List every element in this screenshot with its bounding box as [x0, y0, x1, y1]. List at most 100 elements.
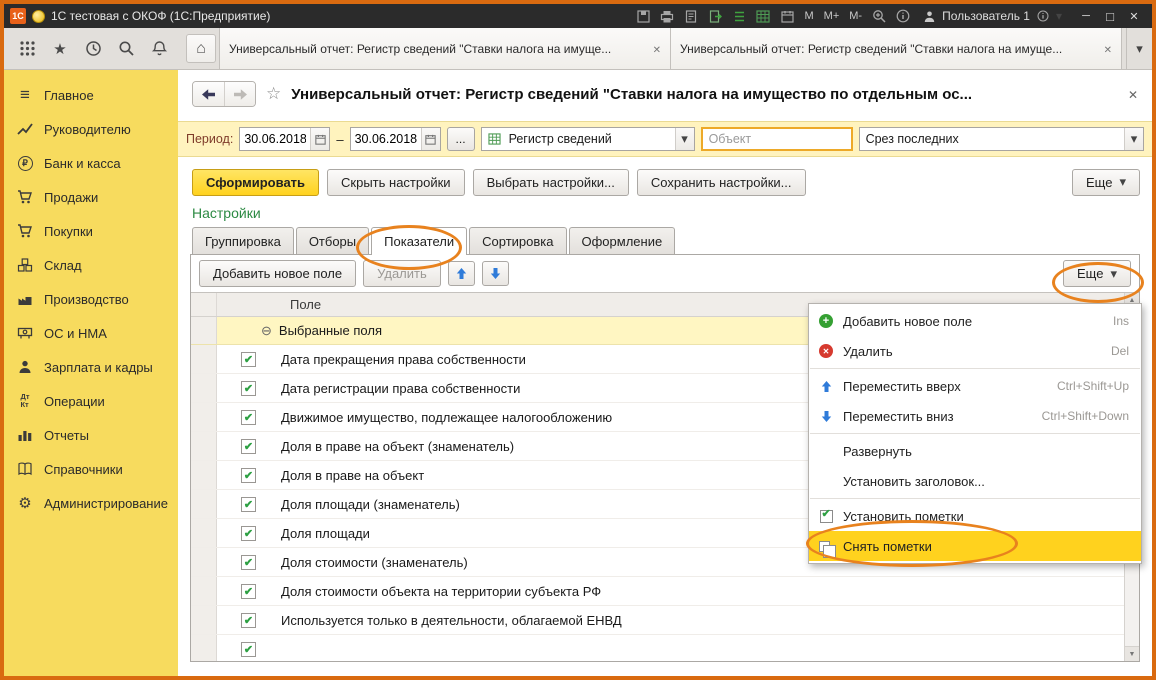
fields-more-button[interactable]: Еще: [1063, 260, 1131, 287]
tab-otbory[interactable]: Отборы: [296, 227, 369, 254]
menu-item-move-down[interactable]: Переместить вниз Ctrl+Shift+Down: [809, 401, 1141, 431]
menu-grid-icon[interactable]: [18, 40, 36, 58]
forward-button[interactable]: [224, 82, 255, 106]
row-label: Доля в праве на объект: [281, 468, 424, 483]
sidebar-item-proizvodstvo[interactable]: Производство: [4, 282, 178, 316]
calc-memory-add-button[interactable]: M+: [823, 10, 841, 22]
sidebar-item-pokupki[interactable]: Покупки: [4, 214, 178, 248]
form-close-button[interactable]: [1128, 87, 1138, 102]
generate-button[interactable]: Сформировать: [192, 169, 319, 196]
row-checkbox[interactable]: [241, 352, 256, 367]
row-checkbox[interactable]: [241, 555, 256, 570]
menu-item-set-title[interactable]: Установить заголовок...: [809, 466, 1141, 496]
export-icon[interactable]: [707, 8, 723, 24]
row-checkbox[interactable]: [241, 439, 256, 454]
row-checkbox[interactable]: [241, 497, 256, 512]
mdi-tab-1-close-icon[interactable]: [653, 42, 661, 56]
row-checkbox[interactable]: [241, 642, 256, 657]
scroll-down-arrow[interactable]: [1125, 646, 1139, 661]
tab-oformlenie[interactable]: Оформление: [569, 227, 676, 254]
table-icon[interactable]: [755, 8, 771, 24]
menu-item-delete[interactable]: Удалить Del: [809, 336, 1141, 366]
sidebar-item-label: Администрирование: [44, 496, 168, 511]
row-checkbox[interactable]: [241, 468, 256, 483]
print-icon[interactable]: [659, 8, 675, 24]
arrow-down-icon: [818, 410, 834, 423]
chevron-down-icon: [1110, 266, 1117, 282]
object-input[interactable]: [703, 132, 853, 146]
close-button[interactable]: [1122, 6, 1146, 26]
slice-combo[interactable]: Срез последних: [859, 127, 1144, 151]
period-more-button[interactable]: ...: [447, 127, 475, 151]
menu-item-move-up[interactable]: Переместить вверх Ctrl+Shift+Up: [809, 371, 1141, 401]
calc-memory-subtract-button[interactable]: M-: [848, 10, 863, 22]
sidebar-item-os-i-nma[interactable]: ОС и НМА: [4, 316, 178, 350]
sidebar-item-sklad[interactable]: Склад: [4, 248, 178, 282]
tab-gruppirovka[interactable]: Группировка: [192, 227, 294, 254]
date-to-calendar-button[interactable]: [421, 128, 440, 150]
row-label: Используется только в деятельности, обла…: [281, 613, 622, 628]
row-checkbox[interactable]: [241, 381, 256, 396]
table-row-partial[interactable]: [191, 635, 1124, 661]
calc-memory-recall-button[interactable]: M: [803, 10, 814, 22]
print-preview-icon[interactable]: [683, 8, 699, 24]
sidebar-item-zarplata-i-kadry[interactable]: Зарплата и кадры: [4, 350, 178, 384]
list-icon[interactable]: [731, 8, 747, 24]
sidebar-item-administrirovanie[interactable]: Администрирование: [4, 486, 178, 520]
select-settings-button[interactable]: Выбрать настройки...: [473, 169, 629, 196]
sidebar-item-spravochniki[interactable]: Справочники: [4, 452, 178, 486]
menu-item-add-field[interactable]: Добавить новое поле Ins: [809, 306, 1141, 336]
notifications-bell-icon[interactable]: [150, 40, 168, 58]
date-from-input[interactable]: [240, 132, 310, 146]
sidebar-item-rukovoditelyu[interactable]: Руководителю: [4, 112, 178, 146]
mdi-tab-1[interactable]: Универсальный отчет: Регистр сведений "С…: [219, 28, 671, 69]
move-down-button[interactable]: [482, 261, 509, 286]
zoom-icon[interactable]: [871, 8, 887, 24]
calendar-icon[interactable]: [779, 8, 795, 24]
save-icon[interactable]: [635, 8, 651, 24]
slice-dropdown-button[interactable]: [1124, 128, 1143, 150]
info-icon[interactable]: [895, 8, 911, 24]
move-up-button[interactable]: [448, 261, 475, 286]
home-button[interactable]: [186, 34, 216, 63]
delete-field-button[interactable]: Удалить: [363, 260, 441, 287]
maximize-button[interactable]: [1098, 6, 1122, 26]
tab-list-dropdown-button[interactable]: [1126, 28, 1152, 69]
collapse-group-icon[interactable]: [261, 323, 272, 339]
report-more-button[interactable]: Еще: [1072, 169, 1140, 196]
minimize-button[interactable]: [1074, 6, 1098, 26]
sidebar-item-bank-i-kassa[interactable]: Банк и касса: [4, 146, 178, 180]
sidebar-item-prodazhi[interactable]: Продажи: [4, 180, 178, 214]
back-button[interactable]: [193, 82, 224, 106]
tab-sortirovka[interactable]: Сортировка: [469, 227, 566, 254]
search-icon[interactable]: [117, 40, 135, 58]
row-checkbox[interactable]: [241, 526, 256, 541]
history-icon[interactable]: [84, 40, 102, 58]
row-label: Движимое имущество, подлежащее налогообл…: [281, 410, 612, 425]
favorites-star-icon[interactable]: [51, 40, 69, 58]
date-to-input[interactable]: [351, 132, 421, 146]
sidebar-item-otchety[interactable]: Отчеты: [4, 418, 178, 452]
register-kind-dropdown-button[interactable]: [675, 128, 694, 150]
menu-item-expand[interactable]: Развернуть: [809, 436, 1141, 466]
user-menu-button[interactable]: Пользователь 1: [921, 8, 1062, 24]
register-kind-combo[interactable]: Регистр сведений: [481, 127, 695, 151]
menu-item-set-marks[interactable]: Установить пометки: [809, 501, 1141, 531]
tab-pokazateli[interactable]: Показатели: [371, 227, 467, 255]
mdi-tab-2-close-icon[interactable]: [1104, 42, 1112, 56]
object-combo[interactable]: [701, 127, 853, 151]
sidebar-item-operacii[interactable]: Операции: [4, 384, 178, 418]
row-checkbox[interactable]: [241, 613, 256, 628]
mdi-tab-2[interactable]: Универсальный отчет: Регистр сведений "С…: [670, 28, 1122, 69]
date-from-calendar-button[interactable]: [310, 128, 329, 150]
add-field-button[interactable]: Добавить новое поле: [199, 260, 356, 287]
row-checkbox[interactable]: [241, 584, 256, 599]
table-row[interactable]: Доля стоимости объекта на территории суб…: [191, 577, 1124, 606]
row-checkbox[interactable]: [241, 410, 256, 425]
sidebar-item-glavnoe[interactable]: Главное: [4, 78, 178, 112]
table-row[interactable]: Используется только в деятельности, обла…: [191, 606, 1124, 635]
menu-item-clear-marks[interactable]: Снять пометки: [809, 531, 1141, 561]
favorite-star-icon[interactable]: [266, 84, 281, 104]
save-settings-button[interactable]: Сохранить настройки...: [637, 169, 806, 196]
hide-settings-button[interactable]: Скрыть настройки: [327, 169, 465, 196]
